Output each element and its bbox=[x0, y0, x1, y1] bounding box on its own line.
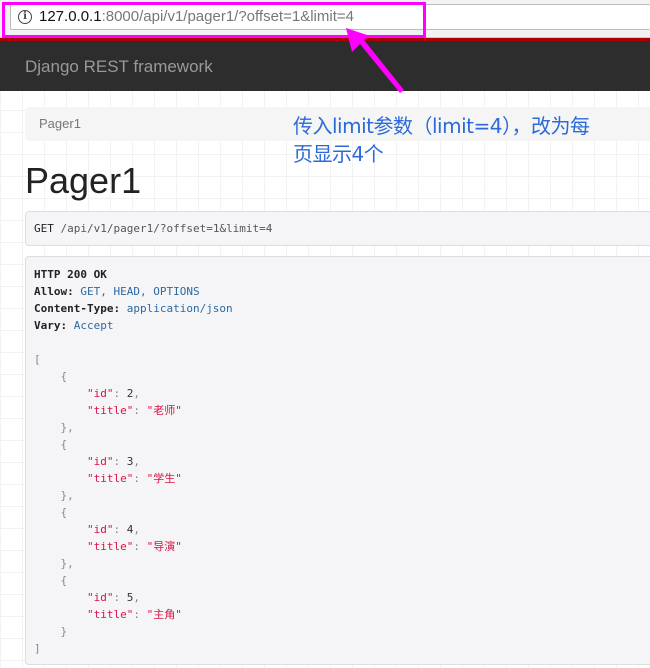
header-name: Content-Type: bbox=[34, 302, 121, 315]
json-key: "title" bbox=[86, 540, 134, 553]
response-line: { bbox=[34, 572, 650, 589]
json-punct: : bbox=[133, 540, 147, 553]
annotation-line: 页显示4个 bbox=[293, 142, 384, 166]
request-info: GET /api/v1/pager1/?offset=1&limit=4 bbox=[25, 211, 650, 246]
response-line: Allow: GET, HEAD, OPTIONS bbox=[34, 283, 650, 300]
item-title: "老师" bbox=[146, 404, 182, 417]
json-punct: : bbox=[113, 523, 127, 536]
json-punct: , bbox=[133, 455, 140, 468]
header-value: Accept bbox=[73, 319, 114, 332]
response-line: [ bbox=[34, 351, 650, 368]
json-key: "id" bbox=[86, 387, 114, 400]
response-line: ] bbox=[34, 640, 650, 657]
response-info: HTTP 200 OK Allow: GET, HEAD, OPTIONS Cont… bbox=[25, 256, 650, 665]
json-brace: { bbox=[60, 438, 68, 451]
response-line: "title": "老师" bbox=[34, 402, 650, 419]
response-line: "id": 2, bbox=[34, 385, 650, 402]
json-brace: }, bbox=[60, 557, 74, 570]
request-path: /api/v1/pager1/?offset=1&limit=4 bbox=[60, 222, 273, 235]
response-status: HTTP 200 OK bbox=[34, 268, 107, 281]
json-key: "id" bbox=[86, 591, 114, 604]
json-brace: { bbox=[60, 370, 68, 383]
item-title: "导演" bbox=[146, 540, 182, 553]
json-punct: : bbox=[133, 608, 147, 621]
header-value: GET, HEAD, OPTIONS bbox=[80, 285, 200, 298]
json-bracket: [ bbox=[34, 353, 41, 366]
response-line: Vary: Accept bbox=[34, 317, 650, 334]
header-name: Allow: bbox=[34, 285, 74, 298]
response-line: }, bbox=[34, 487, 650, 504]
json-bracket: ] bbox=[34, 642, 41, 655]
response-line: { bbox=[34, 436, 650, 453]
header-name: Vary: bbox=[34, 319, 68, 332]
json-brace: } bbox=[60, 625, 68, 638]
response-line bbox=[34, 334, 650, 351]
response-line: } bbox=[34, 623, 650, 640]
json-brace: }, bbox=[60, 489, 74, 502]
response-line: "title": "主角" bbox=[34, 606, 650, 623]
annotation-arrow-icon bbox=[346, 28, 404, 93]
json-punct: : bbox=[113, 455, 127, 468]
response-line: "id": 3, bbox=[34, 453, 650, 470]
response-line: }, bbox=[34, 419, 650, 436]
response-line: "title": "学生" bbox=[34, 470, 650, 487]
json-punct: , bbox=[133, 591, 140, 604]
json-key: "title" bbox=[86, 472, 134, 485]
json-brace: { bbox=[60, 574, 68, 587]
request-method: GET bbox=[34, 222, 54, 235]
page-title: Pager1 bbox=[25, 160, 142, 201]
response-line: "id": 4, bbox=[34, 521, 650, 538]
json-key: "id" bbox=[86, 523, 114, 536]
json-punct: : bbox=[113, 591, 127, 604]
response-line: { bbox=[34, 368, 650, 385]
response-line: "title": "导演" bbox=[34, 538, 650, 555]
json-punct: , bbox=[133, 523, 140, 536]
response-line: Content-Type: application/json bbox=[34, 300, 650, 317]
response-line: }, bbox=[34, 555, 650, 572]
response-line: "id": 5, bbox=[34, 589, 650, 606]
json-brace: }, bbox=[60, 421, 74, 434]
json-key: "title" bbox=[86, 608, 134, 621]
json-key: "title" bbox=[86, 404, 134, 417]
response-line: HTTP 200 OK bbox=[34, 266, 650, 283]
item-title: "主角" bbox=[146, 608, 182, 621]
item-title: "学生" bbox=[146, 472, 182, 485]
json-punct: : bbox=[133, 404, 147, 417]
response-line: { bbox=[34, 504, 650, 521]
json-key: "id" bbox=[86, 455, 114, 468]
annotation-text: 传入limit参数（limit=4），改为每 页显示4个 bbox=[293, 112, 590, 168]
json-brace: { bbox=[60, 506, 68, 519]
header-value: application/json bbox=[126, 302, 233, 315]
json-punct: : bbox=[133, 472, 147, 485]
json-punct: : bbox=[113, 387, 127, 400]
json-punct: , bbox=[133, 387, 140, 400]
